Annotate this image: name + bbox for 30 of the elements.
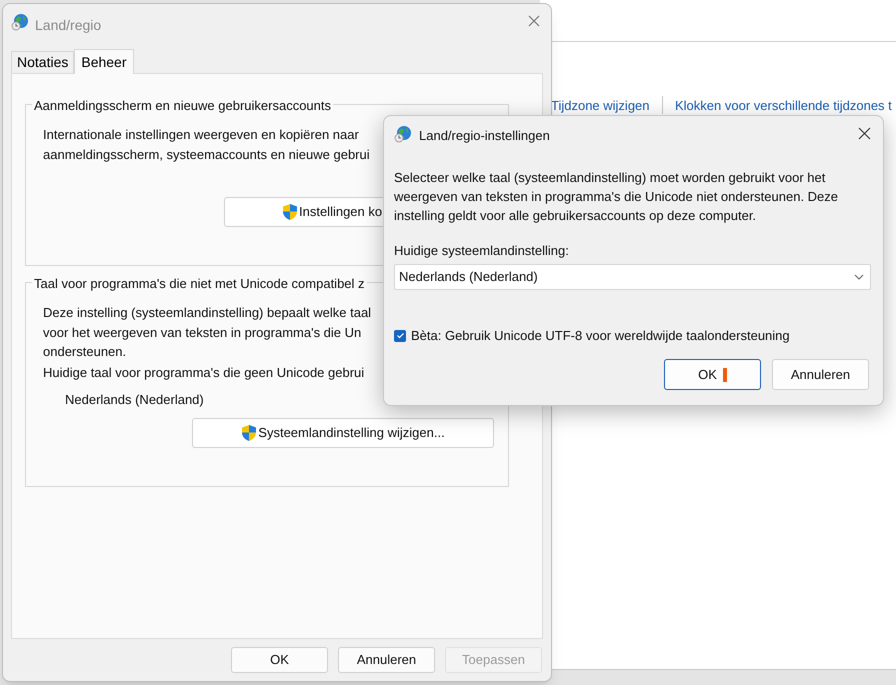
locale-dropdown[interactable]: Nederlands (Nederland) [394,264,871,290]
description-text: Deze instelling (systeemlandinstelling) bepaalt welke taal [43,304,372,322]
description-text: Internationale instellingen weergeven en kopiëren naar [43,126,360,144]
chevron-down-icon [854,274,864,280]
field-label: Huidige systeemlandinstelling: [394,242,569,260]
shield-icon [241,424,258,442]
window-title: Land/regio [35,16,102,35]
link[interactable]: Klokken voor verschillende tijdzones t [675,96,892,116]
description-text: voor het weergeven van teksten in programma's die Un [43,324,362,342]
tab[interactable]: Beheer [74,49,134,74]
globe-icon [11,13,29,31]
admin-button[interactable]: Systeemlandinstelling wijzigen... [192,418,494,448]
description-text: aanmeldingsscherm, systeemaccounts en nieuwe gebrui [43,146,370,164]
checkbox[interactable] [394,330,406,342]
text-cursor [722,368,727,382]
window-title: Land/regio-instellingen [419,127,550,145]
close-icon[interactable] [858,127,871,140]
current-language: Nederlands (Nederland) [65,391,204,409]
dialog-button[interactable]: Annuleren [772,359,869,390]
tab[interactable]: Notaties [11,51,74,73]
dialog-button[interactable]: OK [664,359,761,390]
checkbox-label: Bèta: Gebruik Unicode UTF-8 voor wereldwijde taalondersteuning [411,327,790,345]
checkmark-icon [396,331,404,340]
dialog-button[interactable]: Annuleren [338,647,435,673]
description-text: ondersteunen. [43,343,128,361]
shield-icon [282,203,298,221]
globe-icon [394,125,412,143]
dialog-button[interactable]: OK [231,647,328,673]
link[interactable]: Tijdzone wijzigen [551,96,650,116]
description-text: Huidige taal voor programma's die geen Unicode gebrui [43,364,366,382]
